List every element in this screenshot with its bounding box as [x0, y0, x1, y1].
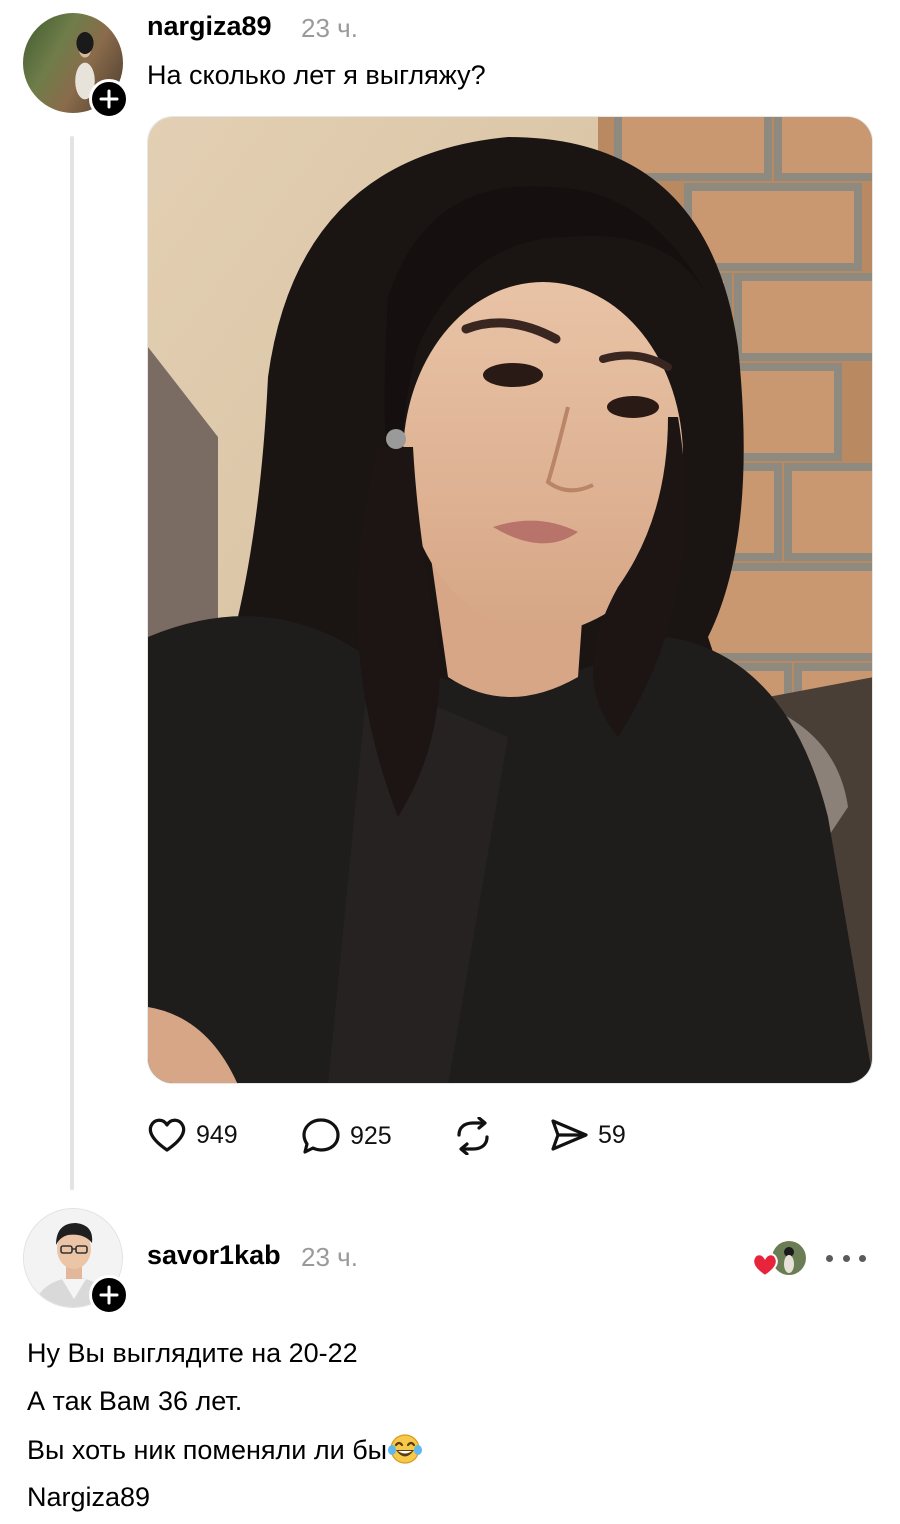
plus-icon	[99, 89, 119, 109]
reply-text-line-with-emoji: Вы хоть ник поменяли ли бы	[27, 1433, 423, 1472]
thread-line	[70, 136, 74, 1190]
post-photo[interactable]	[147, 116, 873, 1084]
reply-text: Вы хоть ник поменяли ли бы	[27, 1435, 388, 1465]
laughing-tears-emoji-icon	[388, 1433, 423, 1472]
repost-button[interactable]	[453, 1117, 493, 1155]
like-button[interactable]: 949	[147, 1117, 238, 1153]
dot	[826, 1254, 833, 1262]
share-button[interactable]: 59	[549, 1117, 626, 1153]
post-author-username[interactable]: nargiza89	[147, 11, 272, 42]
liked-by-author-indicator	[752, 1240, 808, 1280]
more-options-icon[interactable]	[826, 1246, 866, 1270]
reply-text-line: Nargiza89	[27, 1482, 151, 1512]
share-count: 59	[598, 1120, 626, 1149]
liked-by-author-icon	[752, 1241, 806, 1278]
repost-icon	[457, 1117, 489, 1155]
heart-icon	[148, 1118, 186, 1152]
reply-author-username[interactable]: savor1kab	[147, 1240, 281, 1271]
post-text: На сколько лет я выгляжу?	[147, 60, 486, 90]
selfie-photo-image	[148, 117, 872, 1083]
dot	[842, 1254, 850, 1262]
comment-bubble-icon	[302, 1118, 340, 1154]
comment-button[interactable]: 925	[301, 1117, 392, 1155]
like-count: 949	[196, 1120, 238, 1149]
plus-icon	[99, 1285, 119, 1305]
comment-count: 925	[350, 1121, 392, 1150]
follow-plus-icon[interactable]	[89, 1275, 129, 1315]
follow-plus-icon[interactable]	[89, 79, 129, 119]
post-timestamp: 23 ч.	[301, 13, 358, 43]
reply-text-line: А так Вам 36 лет.	[27, 1386, 243, 1416]
reply-timestamp: 23 ч.	[301, 1242, 358, 1272]
send-icon	[551, 1119, 588, 1151]
reply-text-line: Ну Вы выглядите на 20-22	[27, 1338, 358, 1368]
dot	[859, 1254, 866, 1262]
